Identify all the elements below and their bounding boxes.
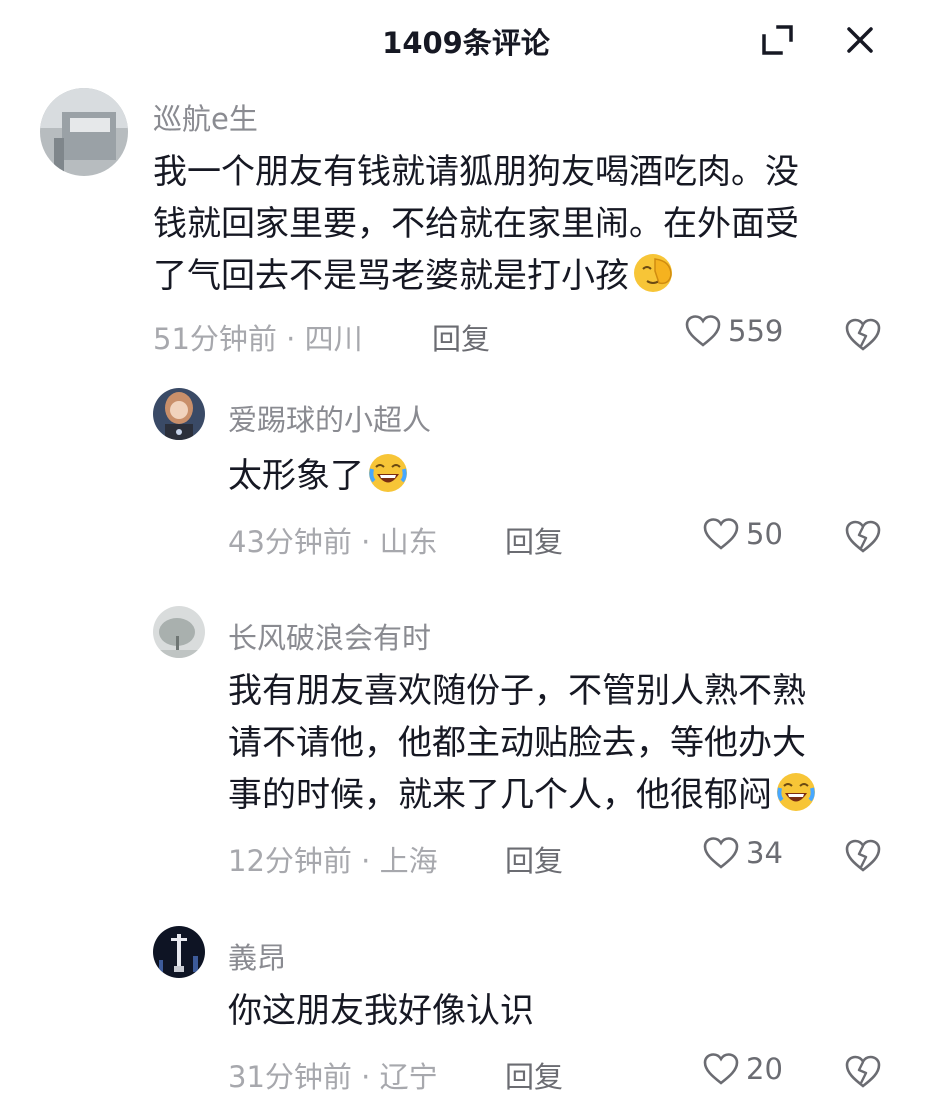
comment-text: 我有朋友喜欢随份子，不管别人熟不熟 请不请他，他都主动贴脸去，等他办大 事的时候… <box>228 665 818 821</box>
comment-meta: 12分钟前 · 上海 <box>228 844 438 878</box>
comment-text-segment: 太形象了 <box>228 456 364 496</box>
avatar[interactable] <box>153 926 205 978</box>
comment-text-line: 请不请他，他都主动贴脸去，等他办大 <box>228 723 806 763</box>
comment-text-segment: 事的时候，就来了几个人，他很郁闷 <box>228 775 772 815</box>
avatar[interactable] <box>153 388 205 440</box>
heart-outline-icon <box>703 1053 739 1085</box>
like-button[interactable]: 34 <box>702 836 783 870</box>
rofl-emoji <box>774 770 818 814</box>
reply-button[interactable]: 回复 <box>505 519 563 561</box>
like-count: 34 <box>746 836 783 870</box>
comment-username[interactable]: 长风破浪会有时 <box>228 615 431 657</box>
avatar[interactable] <box>153 606 205 658</box>
comment-meta: 31分钟前 · 辽宁 <box>228 1060 438 1094</box>
comment-text: 我一个朋友有钱就请狐朋狗友喝酒吃肉。没 钱就回家里要，不给就在家里闹。在外面受 … <box>153 146 799 302</box>
comment-meta: 51分钟前 · 四川 <box>153 322 363 356</box>
heart-outline-icon <box>703 518 739 550</box>
collapse-expand-icon[interactable] <box>758 20 798 60</box>
broken-heart-icon[interactable] <box>844 518 882 554</box>
comment-text-line: 太形象了 <box>228 450 410 502</box>
avatar[interactable] <box>40 88 128 176</box>
reply-button[interactable]: 回复 <box>505 838 563 880</box>
comment-text-line: 事的时候，就来了几个人，他很郁闷 <box>228 769 818 821</box>
comment-meta: 43分钟前 · 山东 <box>228 525 438 559</box>
comment-text: 你这朋友我好像认识 <box>228 985 534 1037</box>
heart-outline-icon <box>703 837 739 869</box>
close-icon[interactable] <box>840 20 880 60</box>
comment-text-segment: 了气回去不是骂老婆就是打小孩 <box>153 256 629 296</box>
like-count: 559 <box>728 314 784 348</box>
comment-username[interactable]: 巡航e生 <box>153 96 258 138</box>
comment-username[interactable]: 爱踢球的小超人 <box>228 397 431 439</box>
comment-text-line: 我一个朋友有钱就请狐朋狗友喝酒吃肉。没 <box>153 152 799 192</box>
heart-outline-icon <box>685 315 721 347</box>
comment-text: 太形象了 <box>228 450 410 502</box>
comment-text-line: 钱就回家里要，不给就在家里闹。在外面受 <box>153 204 799 244</box>
like-count: 50 <box>746 517 783 551</box>
broken-heart-icon[interactable] <box>844 1053 882 1089</box>
reply-button[interactable]: 回复 <box>432 316 490 358</box>
comment-text-line: 你这朋友我好像认识 <box>228 991 534 1031</box>
like-button[interactable]: 559 <box>684 314 783 348</box>
broken-heart-icon[interactable] <box>844 837 882 873</box>
comment-text-line: 了气回去不是骂老婆就是打小孩 <box>153 250 799 302</box>
like-count: 20 <box>746 1052 783 1086</box>
rofl-emoji <box>366 451 410 495</box>
like-button[interactable]: 20 <box>702 1052 783 1086</box>
reply-button[interactable]: 回复 <box>505 1054 563 1096</box>
facepalm-emoji <box>631 251 675 295</box>
comment-text-line: 我有朋友喜欢随份子，不管别人熟不熟 <box>228 671 806 711</box>
broken-heart-icon[interactable] <box>844 316 882 352</box>
comments-header: 1409条评论 <box>0 0 932 82</box>
like-button[interactable]: 50 <box>702 517 783 551</box>
comment-username[interactable]: 義昂 <box>228 935 286 977</box>
